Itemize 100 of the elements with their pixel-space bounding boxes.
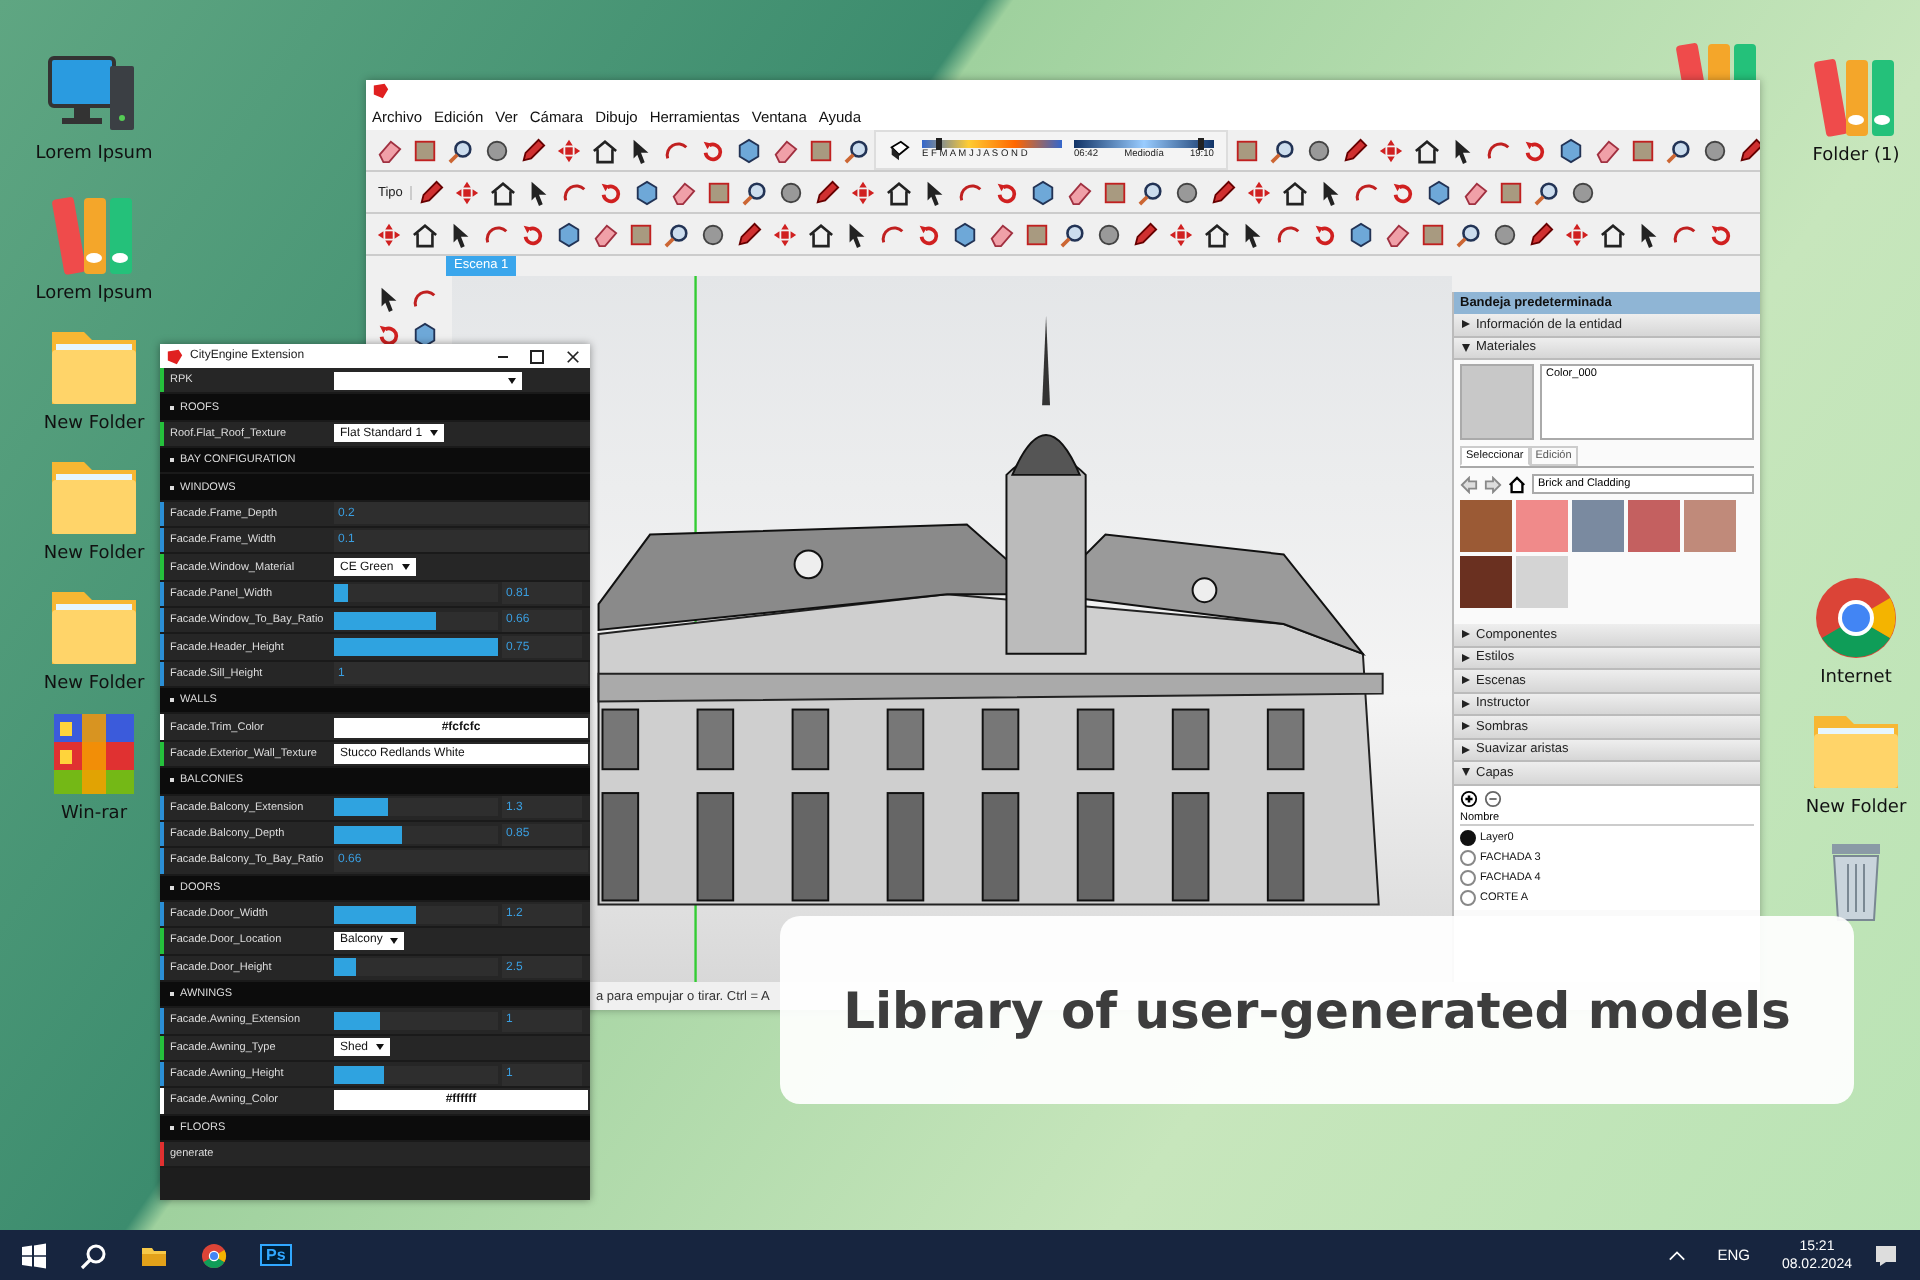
eraser-icon[interactable] [987, 221, 1013, 247]
square-icon[interactable] [1023, 221, 1049, 247]
desktop-icon-label[interactable]: New Folder [43, 414, 145, 434]
eraser-icon[interactable] [771, 137, 797, 163]
circle-icon[interactable] [1569, 179, 1596, 205]
arc-icon[interactable] [1671, 221, 1697, 247]
arc-icon[interactable] [957, 179, 984, 205]
slider[interactable] [334, 611, 498, 630]
circle-icon[interactable] [699, 221, 725, 247]
arc-icon[interactable] [483, 221, 509, 247]
material-swatch[interactable] [1628, 500, 1680, 552]
pencil-icon[interactable] [735, 221, 761, 247]
square-icon[interactable] [1233, 137, 1259, 163]
house-icon[interactable] [885, 179, 912, 205]
magnifier-icon[interactable] [1533, 179, 1560, 205]
chevron-up-icon[interactable] [1667, 1249, 1686, 1261]
rotate-icon[interactable] [1311, 221, 1337, 247]
magnifier-icon[interactable] [1137, 179, 1164, 205]
date-slider[interactable] [922, 140, 1062, 148]
move-icon[interactable] [453, 179, 480, 205]
eraser-icon[interactable] [591, 221, 617, 247]
pencil-icon[interactable] [1209, 179, 1236, 205]
move-icon[interactable] [1377, 137, 1403, 163]
rotate-icon[interactable] [1389, 179, 1416, 205]
rotate-icon[interactable] [375, 321, 401, 347]
cube-icon[interactable] [633, 179, 660, 205]
house-icon[interactable] [489, 179, 516, 205]
eraser-icon[interactable] [1065, 179, 1092, 205]
arc-icon[interactable] [411, 285, 437, 311]
move-icon[interactable] [1563, 221, 1589, 247]
circle-icon[interactable] [1491, 221, 1517, 247]
move-icon[interactable] [849, 179, 876, 205]
desktop-icon-label[interactable]: Lorem Ipsum [35, 284, 153, 304]
notification-icon[interactable] [1872, 1241, 1900, 1269]
eraser-icon[interactable] [375, 137, 401, 163]
remove-icon[interactable] [1484, 789, 1502, 807]
windows-start-icon[interactable] [20, 1241, 48, 1269]
move-icon[interactable] [1167, 221, 1193, 247]
cube-icon[interactable] [1347, 221, 1373, 247]
slider[interactable] [334, 584, 498, 603]
material-swatch[interactable] [1516, 556, 1568, 608]
material-swatch[interactable] [1572, 500, 1624, 552]
cube-icon[interactable] [951, 221, 977, 247]
cube-icon[interactable] [1029, 179, 1056, 205]
pencil-icon[interactable] [1341, 137, 1367, 163]
radio-button[interactable] [1460, 829, 1476, 845]
pencil-icon[interactable] [1737, 137, 1760, 163]
slider[interactable] [334, 1011, 498, 1030]
eraser-icon[interactable] [669, 179, 696, 205]
radio-button[interactable] [1460, 889, 1476, 905]
circle-icon[interactable] [1305, 137, 1331, 163]
square-icon[interactable] [411, 137, 437, 163]
magnifier-icon[interactable] [1059, 221, 1085, 247]
back-arrow-icon[interactable] [1460, 475, 1478, 493]
house-icon[interactable] [1203, 221, 1229, 247]
rotate-icon[interactable] [1707, 221, 1733, 247]
move-icon[interactable] [375, 221, 401, 247]
move-icon[interactable] [1245, 179, 1272, 205]
forward-arrow-icon[interactable] [1484, 475, 1502, 493]
circle-icon[interactable] [1095, 221, 1121, 247]
house-icon[interactable] [807, 221, 833, 247]
pencil-icon[interactable] [813, 179, 840, 205]
magnifier-icon[interactable] [1455, 221, 1481, 247]
arc-icon[interactable] [879, 221, 905, 247]
magnifier-icon[interactable] [1269, 137, 1295, 163]
magnifier-icon[interactable] [447, 137, 473, 163]
browser-icon[interactable] [200, 1241, 228, 1269]
magnifier-icon[interactable] [843, 137, 869, 163]
rotate-icon[interactable] [519, 221, 545, 247]
circle-icon[interactable] [1701, 137, 1727, 163]
cube-icon[interactable] [1425, 179, 1452, 205]
desktop-icon-label[interactable]: Internet [1820, 668, 1892, 688]
move-icon[interactable] [555, 137, 581, 163]
time-slider[interactable] [1074, 140, 1214, 148]
house-icon[interactable] [1281, 179, 1308, 205]
magnifier-icon[interactable] [663, 221, 689, 247]
square-icon[interactable] [1497, 179, 1524, 205]
square-icon[interactable] [1629, 137, 1655, 163]
material-swatch[interactable] [1460, 500, 1512, 552]
desktop-icon-label[interactable]: Win-rar [60, 804, 128, 824]
slider[interactable] [334, 638, 498, 657]
pencil-icon[interactable] [1131, 221, 1157, 247]
house-icon[interactable] [591, 137, 617, 163]
rotate-icon[interactable] [993, 179, 1020, 205]
desktop-icon-label[interactable]: New Folder [43, 544, 145, 564]
pencil-icon[interactable] [519, 137, 545, 163]
home-icon[interactable] [1508, 475, 1526, 493]
desktop-icon-label[interactable]: New Folder [43, 674, 145, 694]
dropdown[interactable] [334, 371, 522, 390]
material-swatch[interactable] [1460, 556, 1512, 608]
desktop-icon-label[interactable]: New Folder [1805, 798, 1907, 818]
pencil-icon[interactable] [417, 179, 444, 205]
eraser-icon[interactable] [1593, 137, 1619, 163]
close-icon[interactable] [566, 349, 580, 363]
move-icon[interactable] [771, 221, 797, 247]
eraser-icon[interactable] [1461, 179, 1488, 205]
radio-button[interactable] [1460, 849, 1476, 865]
arc-icon[interactable] [1275, 221, 1301, 247]
desktop-icon-label[interactable]: Lorem Ipsum [35, 144, 153, 164]
search-icon[interactable] [80, 1241, 108, 1269]
